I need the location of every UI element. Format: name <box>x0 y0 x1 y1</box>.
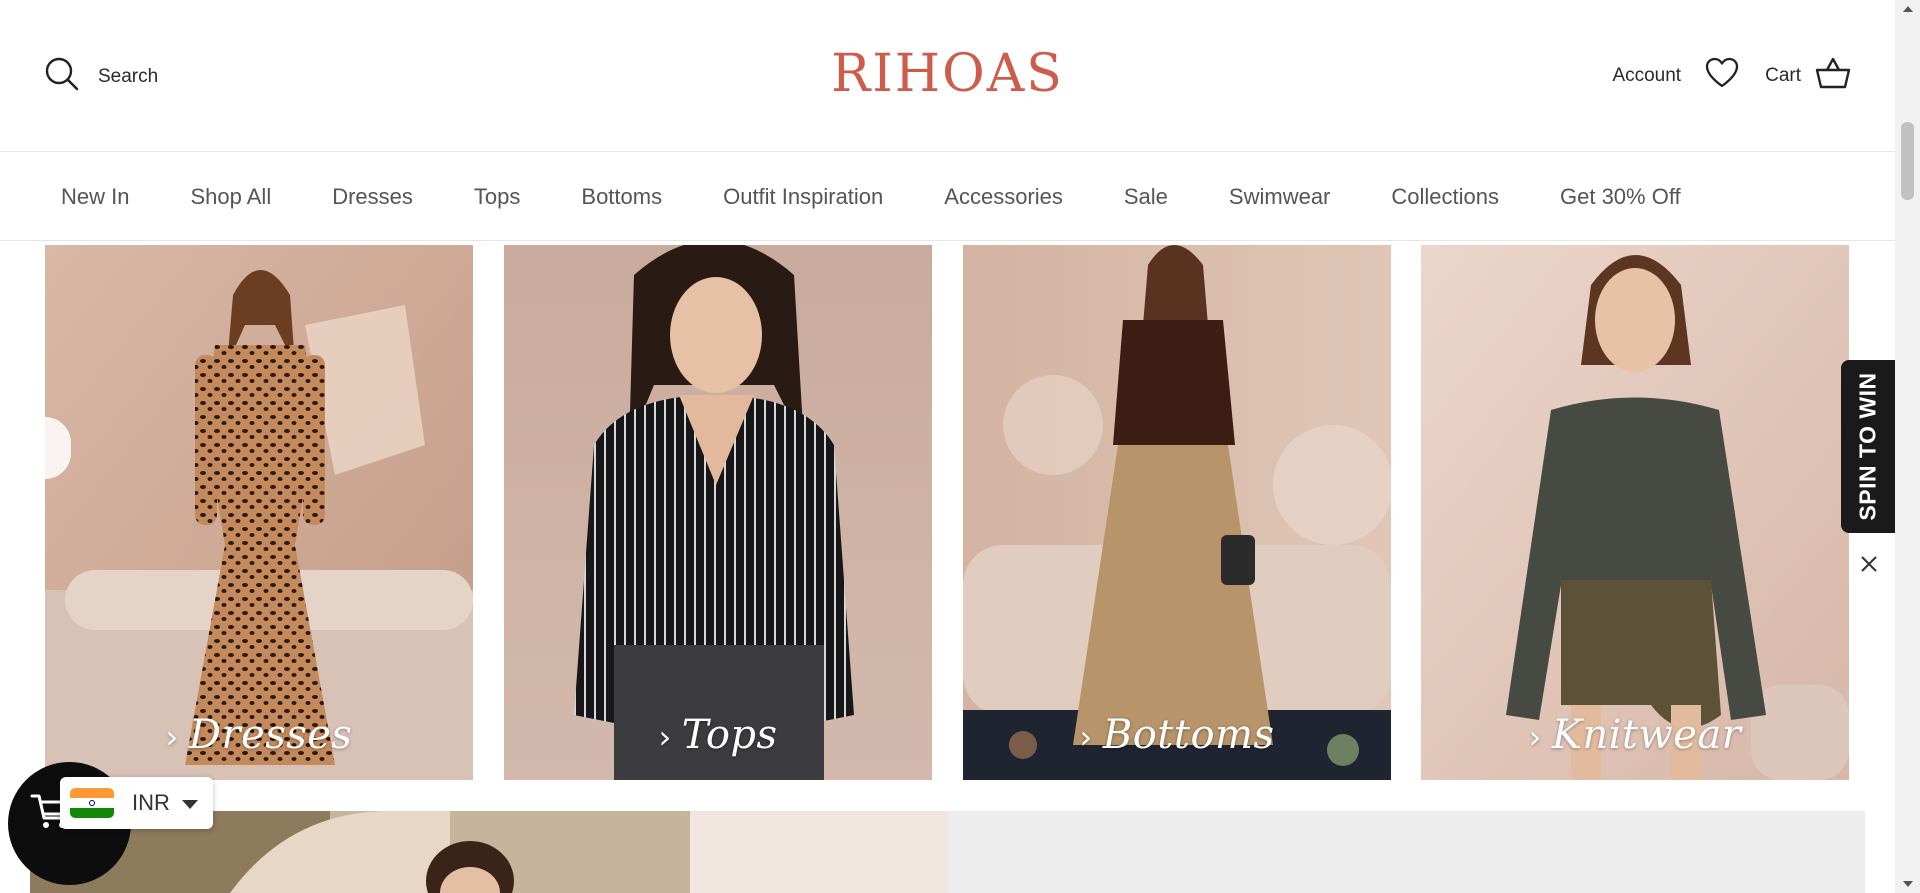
category-label-dresses: › Dresses <box>165 712 353 758</box>
spin-close-button[interactable] <box>1858 553 1880 575</box>
header-actions: Account Cart <box>1612 56 1851 95</box>
nav-item-get-30-off[interactable]: Get 30% Off <box>1560 184 1681 210</box>
currency-code: INR <box>132 790 170 815</box>
nav-item-new-in[interactable]: New In <box>61 184 129 210</box>
search-label: Search <box>98 65 159 87</box>
promo-banner-panel <box>948 811 1865 893</box>
category-label-tops: › Tops <box>658 712 778 758</box>
nav-item-tops[interactable]: Tops <box>474 184 520 210</box>
site-header: Search RIHOAS Account Cart <box>0 0 1895 152</box>
nav-item-outfit-inspiration[interactable]: Outfit Inspiration <box>723 184 883 210</box>
account-link[interactable]: Account <box>1612 65 1681 87</box>
category-grid: › Dresses › Tops › Bottoms › Knitwear <box>45 245 1850 780</box>
wishlist-button[interactable] <box>1705 57 1739 94</box>
tops-photo <box>504 245 932 780</box>
nav-item-shop-all[interactable]: Shop All <box>190 184 271 210</box>
spin-to-win-label: SPIN TO WIN <box>1854 372 1881 521</box>
cart-label: Cart <box>1765 64 1801 86</box>
nav-item-bottoms[interactable]: Bottoms <box>581 184 662 210</box>
search-button[interactable]: Search <box>44 56 158 97</box>
category-card-knitwear[interactable]: › Knitwear <box>1421 245 1849 780</box>
nav-item-accessories[interactable]: Accessories <box>944 184 1063 210</box>
category-label-bottoms: › Bottoms <box>1079 712 1275 758</box>
main-navigation: New In Shop All Dresses Tops Bottoms Out… <box>0 153 1895 241</box>
scroll-up-arrow-icon[interactable] <box>1903 6 1913 12</box>
nav-item-swimwear[interactable]: Swimwear <box>1229 184 1330 210</box>
knitwear-photo <box>1421 245 1849 780</box>
nav-item-dresses[interactable]: Dresses <box>332 184 413 210</box>
caret-down-icon <box>181 800 198 809</box>
category-label-knitwear: › Knitwear <box>1528 712 1742 758</box>
scroll-down-arrow-icon[interactable] <box>1903 881 1913 887</box>
dresses-photo <box>45 245 473 780</box>
category-card-dresses[interactable]: › Dresses <box>45 245 473 780</box>
heart-icon <box>1705 57 1739 94</box>
search-icon <box>44 56 80 97</box>
india-flag-icon <box>70 788 114 818</box>
nav-item-sale[interactable]: Sale <box>1124 184 1168 210</box>
nav-item-collections[interactable]: Collections <box>1391 184 1499 210</box>
spin-to-win-tab[interactable]: SPIN TO WIN <box>1841 360 1895 533</box>
page-scrollbar[interactable] <box>1895 0 1920 893</box>
category-card-tops[interactable]: › Tops <box>504 245 932 780</box>
scroll-thumb[interactable] <box>1901 122 1914 200</box>
bottoms-photo <box>963 245 1391 780</box>
close-icon <box>1858 556 1880 579</box>
category-card-bottoms[interactable]: › Bottoms <box>963 245 1391 780</box>
currency-selector[interactable]: INR <box>60 777 213 829</box>
cart-button[interactable]: Cart <box>1765 56 1851 95</box>
basket-icon <box>1815 56 1851 95</box>
brand-logo[interactable]: RIHOAS <box>831 44 1064 104</box>
